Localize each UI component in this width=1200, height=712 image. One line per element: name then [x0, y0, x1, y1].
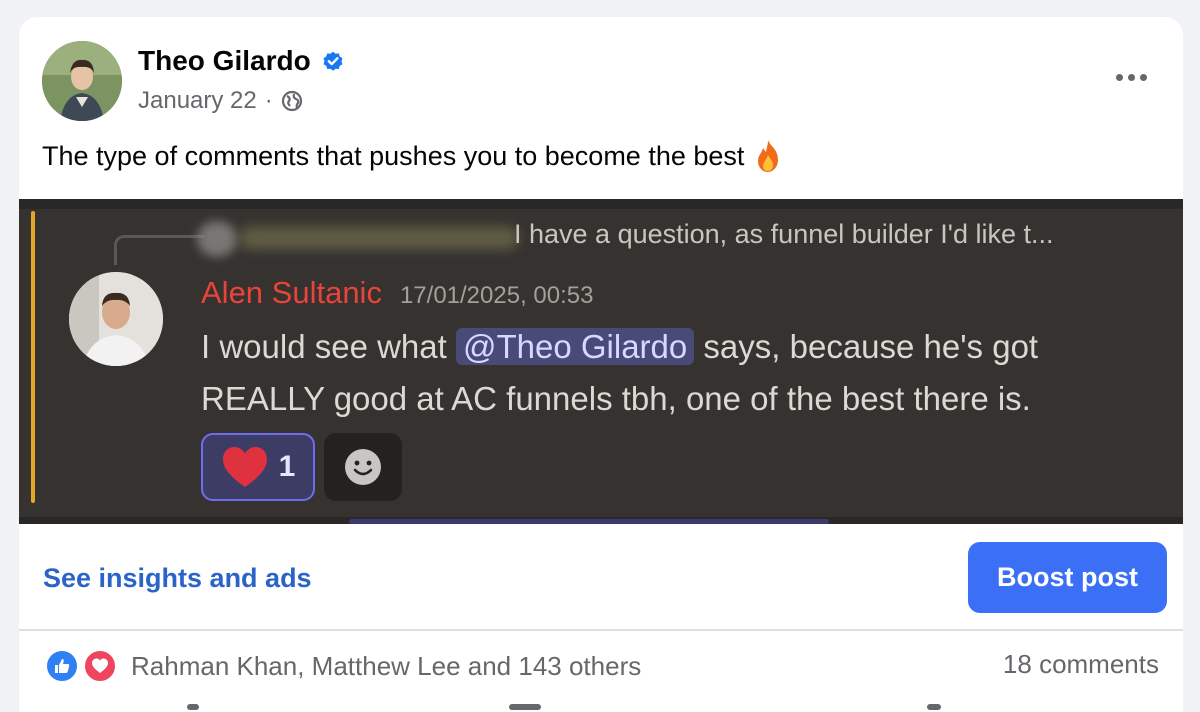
more-dot-icon — [1127, 73, 1135, 81]
heart-icon — [92, 658, 108, 673]
reply-connector — [114, 235, 204, 265]
smiley-icon — [345, 449, 381, 485]
post-date[interactable]: January 22 — [138, 87, 257, 115]
add-reaction — [324, 433, 402, 501]
meta-separator: · — [264, 87, 273, 114]
love-reaction-icon — [83, 649, 117, 683]
highlight-bar — [31, 211, 35, 503]
reply-preview-text: I have a question, as funnel builder I'd… — [514, 219, 1054, 249]
commenter-avatar — [69, 272, 163, 366]
more-options-button[interactable] — [1109, 63, 1153, 91]
like-reaction-icon — [45, 649, 79, 683]
more-dot-icon — [1115, 73, 1123, 81]
boost-post-button[interactable]: Boost post — [968, 542, 1167, 613]
mention-tag: @Theo Gilardo — [455, 328, 695, 365]
author-avatar-image — [42, 41, 122, 121]
globe-icon — [281, 90, 302, 112]
see-insights-link[interactable]: See insights and ads — [43, 563, 312, 594]
reactions-summary[interactable]: Rahman Khan, Matthew Lee and 143 others — [45, 649, 641, 683]
blurred-avatar — [197, 221, 237, 257]
image-top-strip — [19, 199, 1183, 209]
comment-action-peek — [509, 704, 541, 710]
reactions-text: Rahman Khan, Matthew Lee and 143 others — [131, 650, 642, 681]
author-avatar[interactable] — [42, 41, 122, 121]
share-action-peek — [927, 704, 941, 710]
like-action-peek — [187, 704, 199, 710]
blurred-username — [239, 227, 519, 249]
reaction-count: 1 — [278, 450, 296, 483]
author-name[interactable]: Theo Gilardo — [138, 45, 311, 77]
post-card: Theo Gilardo January 22 · The type of co… — [19, 17, 1183, 712]
commenter-avatar-image — [69, 272, 163, 366]
comments-count[interactable]: 18 comments — [1003, 649, 1159, 680]
image-bottom-highlight — [349, 519, 829, 524]
comment-timestamp: 17/01/2025, 00:53 — [399, 282, 594, 309]
verified-badge-icon — [323, 51, 343, 71]
footer-divider — [19, 629, 1183, 631]
post-text: The type of comments that pushes you to … — [42, 140, 745, 171]
comment-body: I would see what @Theo Gilardo says, bec… — [201, 321, 1161, 425]
heart-icon — [222, 447, 267, 487]
thumbs-up-icon — [55, 659, 70, 673]
commenter-name: Alen Sultanic — [201, 275, 382, 310]
comment-text-before: I would see what — [201, 328, 456, 365]
post-image[interactable]: I have a question, as funnel builder I'd… — [19, 199, 1183, 524]
fire-emoji-icon — [758, 140, 779, 172]
heart-reaction: 1 — [201, 433, 315, 501]
more-dot-icon — [1139, 73, 1147, 81]
